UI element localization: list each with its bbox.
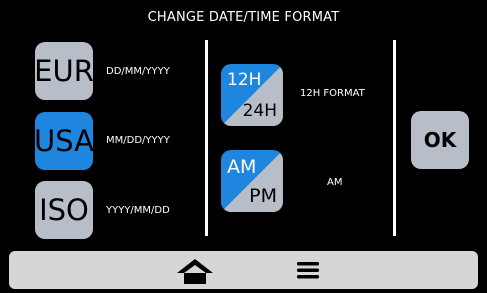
usa-format-label: MM/DD/YYYY (106, 135, 170, 146)
usa-format-button[interactable]: USA (34, 112, 95, 170)
toggle-pm-label: PM (249, 185, 277, 207)
iso-format-label: YYYY/MM/DD (106, 205, 170, 216)
eur-format-label: DD/MM/YYYY (106, 66, 170, 77)
ok-button-label: OK (423, 128, 457, 152)
toggle-24h-label: 24H (242, 101, 277, 121)
right-divider (393, 40, 396, 236)
iso-format-button[interactable]: ISO (35, 181, 93, 239)
bottom-bar (9, 251, 478, 289)
left-divider (205, 40, 208, 236)
hamburger-menu-icon (297, 262, 319, 279)
ok-button[interactable]: OK (411, 111, 469, 169)
page-title: CHANGE DATE/TIME FORMAT (147, 10, 340, 25)
toggle-12h-label: 12H (227, 70, 262, 90)
usa-format-button-label: USA (34, 124, 95, 158)
time-format-toggle[interactable]: 12H 24H (221, 64, 283, 126)
eur-format-button[interactable]: EUR (34, 42, 94, 100)
eur-format-button-label: EUR (34, 54, 94, 88)
time-format-value: 12H FORMAT (300, 88, 365, 99)
home-button[interactable] (174, 256, 216, 286)
home-icon (177, 259, 213, 284)
ampm-value: AM (327, 177, 343, 188)
iso-format-button-label: ISO (39, 193, 89, 227)
menu-button[interactable] (293, 259, 323, 281)
ampm-toggle[interactable]: AM PM (221, 150, 283, 212)
toggle-am-label: AM (227, 156, 257, 178)
